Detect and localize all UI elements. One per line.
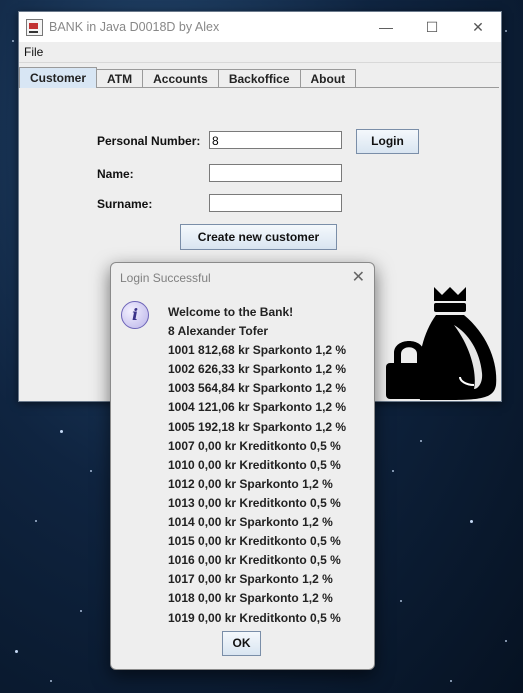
title-bar[interactable]: BANK in Java D0018D by Alex — ☐ ✕ bbox=[19, 12, 501, 42]
account-line: 1017 0,00 kr Sparkonto 1,2 % bbox=[168, 572, 333, 587]
tab-bar: Customer ATM Accounts Backoffice About bbox=[19, 67, 357, 88]
account-line: 1002 626,33 kr Sparkonto 1,2 % bbox=[168, 362, 347, 377]
tab-customer[interactable]: Customer bbox=[19, 67, 98, 88]
dialog-close-button[interactable]: ✕ bbox=[352, 267, 365, 286]
message-lines: Welcome to the Bank! 8 Alexander Tofer 1… bbox=[168, 303, 346, 628]
account-line: 1001 812,68 kr Sparkonto 1,2 % bbox=[168, 343, 347, 358]
create-customer-button[interactable]: Create new customer bbox=[180, 224, 337, 250]
tab-backoffice[interactable]: Backoffice bbox=[217, 69, 301, 88]
menu-file[interactable]: File bbox=[19, 45, 49, 59]
java-app-icon bbox=[26, 18, 43, 36]
account-line: 1013 0,00 kr Kreditkonto 0,5 % bbox=[168, 495, 341, 510]
ok-button[interactable]: OK bbox=[222, 631, 261, 656]
login-successful-dialog: Login Successful ✕ i Welcome to the Bank… bbox=[110, 262, 375, 670]
window-title: BANK in Java D0018D by Alex bbox=[49, 20, 220, 34]
tab-accounts[interactable]: Accounts bbox=[142, 69, 219, 88]
dialog-title: Login Successful bbox=[120, 271, 211, 285]
surname-label: Surname: bbox=[97, 197, 153, 211]
personal-number-label: Personal Number: bbox=[97, 134, 201, 148]
account-line: 1016 0,00 kr Kreditkonto 0,5 % bbox=[168, 553, 341, 568]
account-line: 1014 0,00 kr Sparkonto 1,2 % bbox=[168, 515, 333, 530]
minimize-button[interactable]: — bbox=[363, 19, 409, 35]
maximize-button[interactable]: ☐ bbox=[409, 19, 455, 36]
account-line: 1010 0,00 kr Kreditkonto 0,5 % bbox=[168, 457, 341, 472]
surname-input[interactable] bbox=[209, 194, 342, 212]
close-button[interactable]: ✕ bbox=[455, 19, 501, 36]
account-line: 1007 0,00 kr Kreditkonto 0,5 % bbox=[168, 438, 341, 453]
account-line: 1015 0,00 kr Kreditkonto 0,5 % bbox=[168, 534, 341, 549]
name-input[interactable] bbox=[209, 164, 342, 182]
tab-atm[interactable]: ATM bbox=[96, 69, 144, 88]
account-line: 1004 121,06 kr Sparkonto 1,2 % bbox=[168, 400, 347, 415]
personal-number-input[interactable]: 8 bbox=[209, 131, 342, 149]
name-label: Name: bbox=[97, 167, 134, 181]
menu-bar: File bbox=[19, 42, 501, 63]
account-line: 1005 192,18 kr Sparkonto 1,2 % bbox=[168, 419, 347, 434]
tab-about[interactable]: About bbox=[299, 69, 357, 88]
money-bag-lock-icon bbox=[386, 287, 497, 400]
account-line: 1003 564,84 kr Sparkonto 1,2 % bbox=[168, 381, 347, 396]
login-button[interactable]: Login bbox=[356, 129, 419, 154]
welcome-text: Welcome to the Bank! bbox=[168, 305, 294, 319]
customer-name-text: 8 Alexander Tofer bbox=[168, 324, 269, 339]
information-icon: i bbox=[121, 301, 149, 329]
account-line: 1012 0,00 kr Sparkonto 1,2 % bbox=[168, 476, 333, 491]
account-line: 1019 0,00 kr Kreditkonto 0,5 % bbox=[168, 610, 341, 625]
account-line: 1018 0,00 kr Sparkonto 1,2 % bbox=[168, 591, 333, 606]
